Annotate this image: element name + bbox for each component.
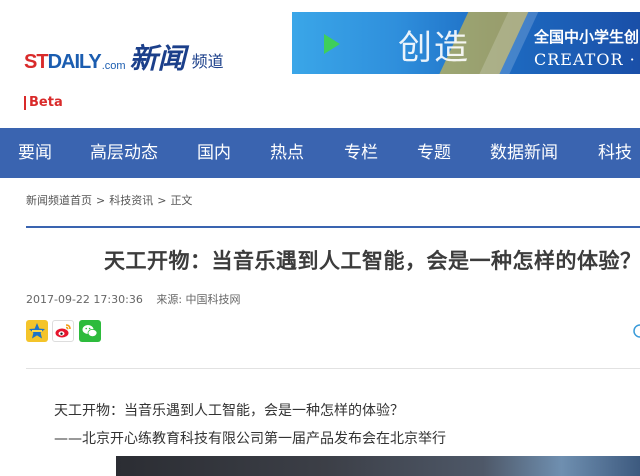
nav-item-yaowen[interactable]: 要闻 bbox=[18, 128, 52, 178]
article-meta: 2017-09-22 17:30:36 来源: 中国科技网 bbox=[26, 291, 241, 307]
breadcrumb-current: 正文 bbox=[170, 194, 193, 207]
logo-daily-text: DAILY bbox=[47, 51, 102, 73]
article-photo bbox=[116, 456, 640, 476]
article-source: 来源: 中国科技网 bbox=[156, 293, 241, 306]
wechat-icon bbox=[82, 325, 98, 337]
more-share-icon[interactable] bbox=[632, 320, 640, 342]
beta-badge: Beta bbox=[24, 96, 63, 110]
banner-chuangzao-text: 创造 bbox=[398, 28, 470, 68]
nav-item-zhuanlan[interactable]: 专栏 bbox=[344, 128, 378, 178]
main-nav: 要闻 高层动态 国内 热点 专栏 专题 数据新闻 科技 bbox=[0, 128, 640, 178]
site-logo[interactable]: ST DAILY .com 新闻 频道 bbox=[24, 34, 224, 74]
banner-subtitle: CREATOR · M bbox=[534, 50, 640, 69]
article-paragraph: 天工开物：当音乐遇到人工智能，会是一种怎样的体验？ bbox=[54, 403, 404, 419]
wechat-share-button[interactable] bbox=[79, 320, 101, 342]
qzone-share-button[interactable] bbox=[26, 320, 48, 342]
breadcrumb-separator: > bbox=[96, 194, 106, 207]
article-date: 2017-09-22 17:30:36 bbox=[26, 293, 143, 306]
nav-item-zhuanti[interactable]: 专题 bbox=[417, 128, 451, 178]
nav-item-gaoceng[interactable]: 高层动态 bbox=[90, 128, 158, 178]
logo-pindao-text: 频道 bbox=[191, 52, 224, 71]
logo-st-text: ST bbox=[24, 51, 49, 73]
weibo-icon bbox=[55, 324, 71, 338]
logo-xinwen-text: 新闻 bbox=[129, 42, 186, 75]
weibo-share-button[interactable] bbox=[52, 320, 74, 342]
article-paragraph: ——北京开心练教育科技有限公司第一届产品发布会在北京举行 bbox=[54, 431, 446, 447]
nav-item-redian[interactable]: 热点 bbox=[270, 128, 304, 178]
ad-banner[interactable]: 创造 全国中小学生创 CREATOR · M bbox=[292, 12, 640, 74]
title-divider bbox=[26, 226, 640, 228]
breadcrumb-separator: > bbox=[157, 194, 167, 207]
nav-item-guonei[interactable]: 国内 bbox=[197, 128, 231, 178]
banner-title: 全国中小学生创 bbox=[534, 28, 640, 46]
site-header: ST DAILY .com 新闻 频道 Beta 创造 全国中小学生创 CREA… bbox=[0, 0, 640, 128]
play-triangle-icon bbox=[324, 34, 340, 54]
breadcrumb-home[interactable]: 新闻频道首页 bbox=[26, 194, 92, 207]
logo-com-text: .com bbox=[101, 60, 126, 72]
nav-item-shuju[interactable]: 数据新闻 bbox=[490, 128, 558, 178]
breadcrumb-category[interactable]: 科技资讯 bbox=[109, 194, 153, 207]
nav-item-keji[interactable]: 科技 bbox=[598, 128, 632, 178]
article-title: 天工开物：当音乐遇到人工智能，会是一种怎样的体验？ bbox=[104, 249, 640, 273]
content-divider bbox=[26, 368, 640, 369]
qzone-icon bbox=[29, 323, 45, 339]
breadcrumb: 新闻频道首页 > 科技资讯 > 正文 bbox=[26, 192, 192, 208]
